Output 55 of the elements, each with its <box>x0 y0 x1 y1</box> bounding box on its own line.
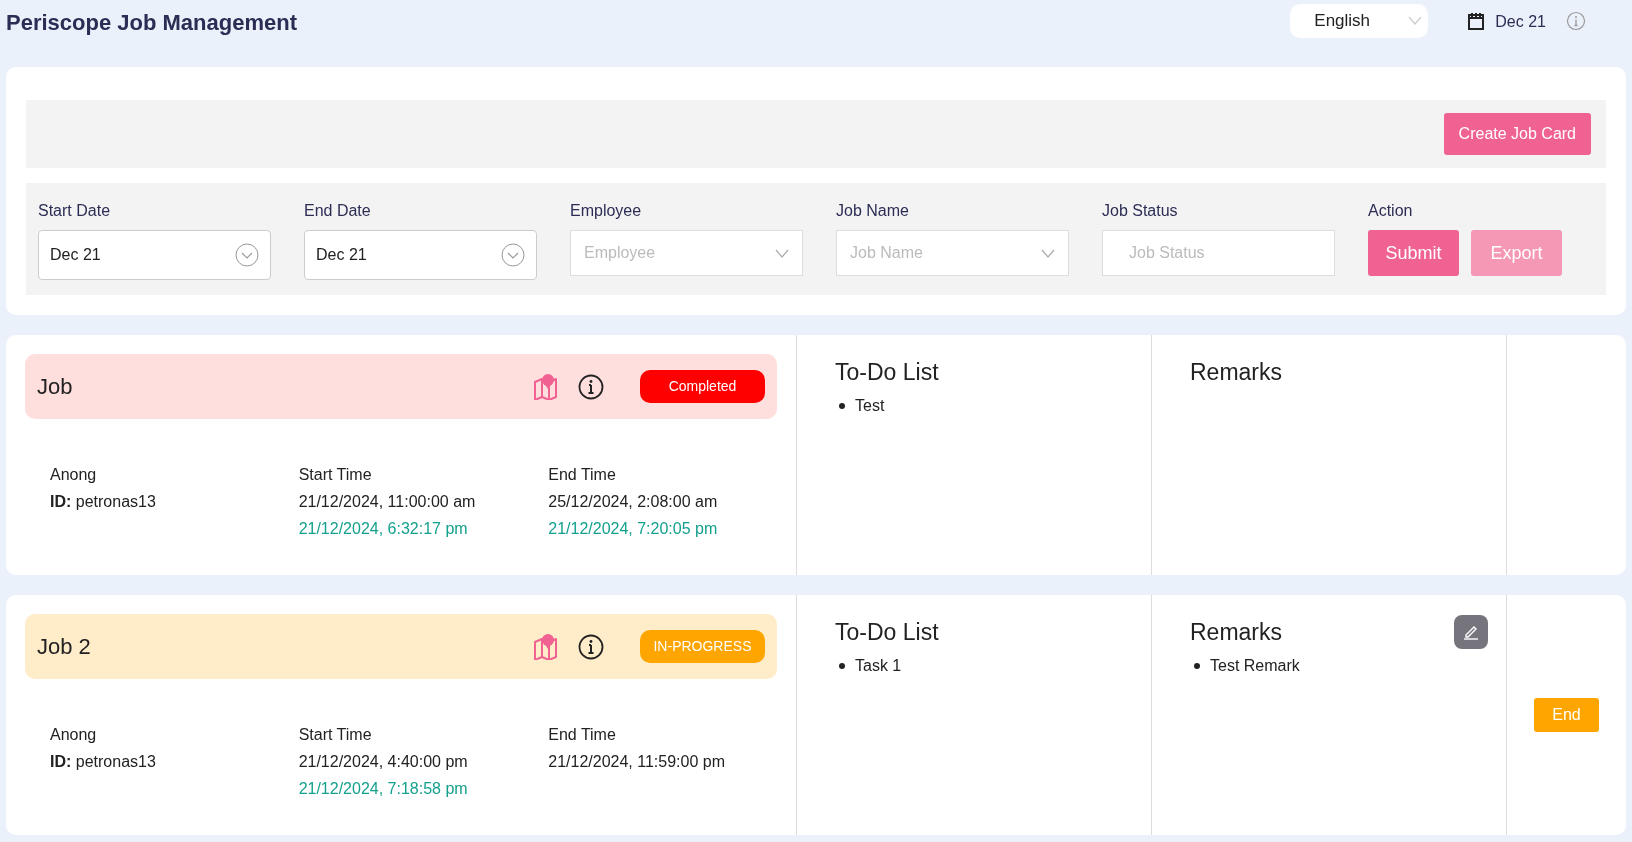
language-select[interactable]: English <box>1290 4 1429 38</box>
chevron-down-icon <box>775 248 789 258</box>
planned-time: 25/12/2024, 2:08:00 am <box>548 492 718 512</box>
filter-label: Start Date <box>38 201 112 219</box>
section-title: To-Do List <box>835 357 939 387</box>
input-field[interactable]: Job Status <box>1102 230 1335 276</box>
info-icon[interactable] <box>578 633 604 660</box>
filter-label: Job Name <box>836 201 910 219</box>
bullet-icon <box>1194 663 1200 669</box>
section-title: To-Do List <box>835 617 939 647</box>
filter-label: Employee <box>570 201 643 219</box>
employee-name: Anong <box>50 725 97 745</box>
section-title: Remarks <box>1190 617 1282 647</box>
list-item: Task 1 <box>855 656 902 676</box>
column-label: End Time <box>548 465 616 485</box>
column-label: Start Time <box>298 465 372 485</box>
select-field[interactable]: Employee <box>570 230 803 276</box>
select-field[interactable]: Job Name <box>836 230 1069 276</box>
bullet-icon <box>839 403 845 409</box>
column-label: End Time <box>548 725 616 745</box>
list-item: Test Remark <box>1210 656 1300 676</box>
planned-time: 21/12/2024, 11:00:00 am <box>298 492 476 512</box>
planned-time: 21/12/2024, 11:59:00 pm <box>548 752 725 772</box>
status-badge: IN-PROGRESS <box>640 630 765 663</box>
status-badge: Completed <box>640 370 765 403</box>
filter-label: Action <box>1368 201 1414 219</box>
calendar-icon <box>1468 12 1485 30</box>
section-title: Remarks <box>1190 357 1282 387</box>
list-item: Test <box>855 396 885 416</box>
column-label: Start Time <box>298 725 372 745</box>
chevron-down-icon <box>501 243 525 267</box>
filter-label: Job Status <box>1102 201 1179 219</box>
chevron-down-icon <box>1041 248 1055 258</box>
create-job-card-button[interactable]: Create Job Card <box>1443 113 1591 155</box>
planned-time: 21/12/2024, 4:40:00 pm <box>298 752 468 772</box>
end-button[interactable]: End <box>1534 698 1599 732</box>
employee-id: ID: petronas13 <box>50 752 156 772</box>
app-title: Periscope Job Management <box>6 9 298 37</box>
actual-time: 21/12/2024, 6:32:17 pm <box>298 519 468 539</box>
actual-time: 21/12/2024, 7:20:05 pm <box>548 519 718 539</box>
date-label: Dec 21 <box>1495 12 1546 32</box>
filter-label: End Date <box>304 201 372 219</box>
date-field[interactable]: Dec 21 <box>38 230 271 280</box>
date-field[interactable]: Dec 21 <box>304 230 537 280</box>
job-name: Job 2 <box>37 633 92 661</box>
employee-name: Anong <box>50 465 97 485</box>
actual-time: 21/12/2024, 7:18:58 pm <box>298 779 468 799</box>
chevron-down-icon <box>235 243 259 267</box>
info-icon[interactable] <box>578 373 604 400</box>
employee-id: ID: petronas13 <box>50 492 156 512</box>
edit-button[interactable] <box>1454 615 1488 649</box>
job-name: Job <box>37 373 74 401</box>
bullet-icon <box>839 663 845 669</box>
action-button[interactable]: Submit <box>1368 230 1459 276</box>
chevron-down-icon <box>1408 16 1423 26</box>
